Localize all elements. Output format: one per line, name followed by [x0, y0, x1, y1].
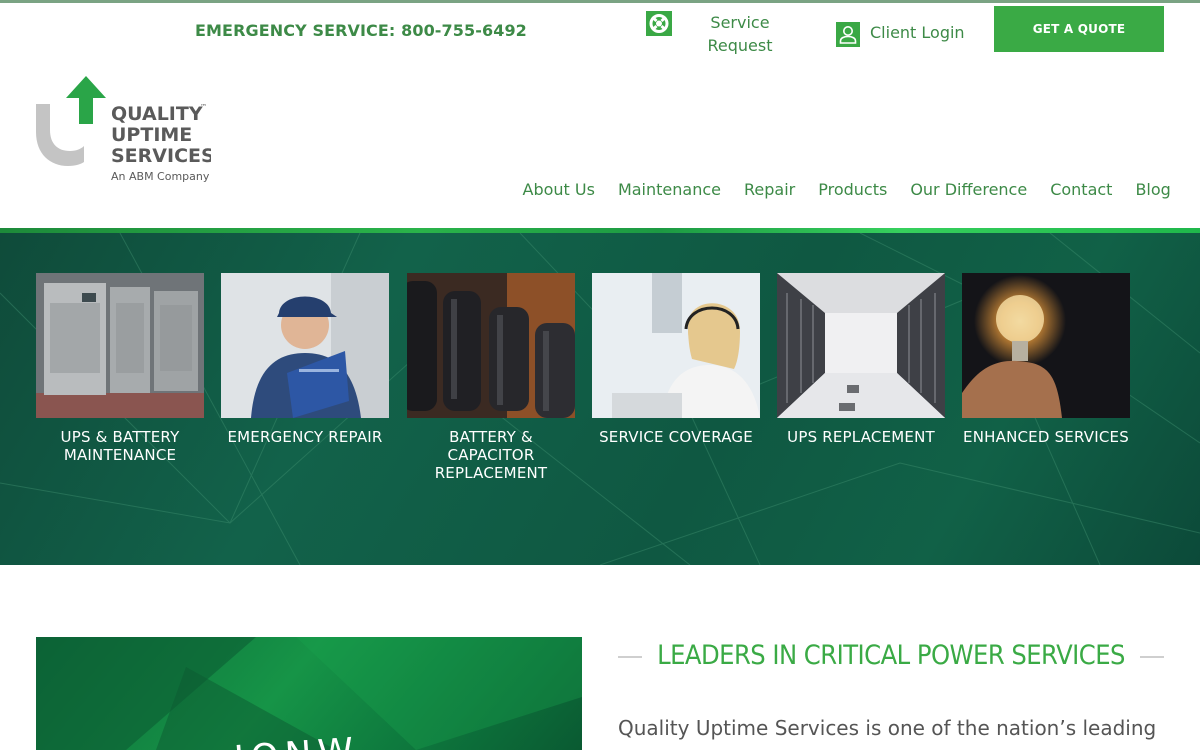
service-label: ENHANCED SERVICES — [963, 428, 1129, 446]
logo-trademark: ™ — [200, 103, 207, 111]
lightbulb-hand-image — [962, 273, 1130, 418]
service-label: UPS & BATTERY MAINTENANCE — [60, 428, 180, 464]
service-tile-ups-replacement[interactable]: UPS REPLACEMENT — [777, 273, 945, 446]
nav-repair[interactable]: Repair — [732, 180, 806, 199]
quality-uptime-logo[interactable]: QUALITY UPTIME SERVICES ™ An ABM Company — [36, 76, 215, 186]
nav-blog[interactable]: Blog — [1124, 180, 1182, 199]
server-room-image — [777, 273, 945, 418]
main-navigation: About Us Maintenance Repair Products Our… — [511, 180, 1182, 199]
service-label: BATTERY & CAPACITOR REPLACEMENT — [434, 428, 548, 482]
nav-products[interactable]: Products — [807, 180, 899, 199]
intro-paragraph: Quality Uptime Services is one of the na… — [618, 716, 1157, 740]
headset-operator-image — [592, 273, 760, 418]
nav-about-us[interactable]: About Us — [511, 180, 606, 199]
nationwide-promo-panel: IONW — [36, 637, 582, 750]
heading-rule-right — [1140, 656, 1164, 658]
top-bar: EMERGENCY SERVICE: 800-755-6492 Service … — [0, 0, 1200, 55]
service-tile-emergency-repair[interactable]: EMERGENCY REPAIR — [221, 273, 389, 446]
ups-cabinets-image — [36, 273, 204, 418]
nav-contact[interactable]: Contact — [1039, 180, 1124, 199]
capacitors-image — [407, 273, 575, 418]
client-login-label: Client Login — [870, 23, 965, 42]
services-banner: UPS & BATTERY MAINTENANCE EMERGENCY REPA… — [0, 233, 1200, 565]
service-request-link[interactable]: Service Request — [646, 11, 786, 55]
technician-clipboard-image — [221, 273, 389, 418]
logo-uptime-text: UPTIME — [111, 124, 192, 146]
logo-services-text: SERVICES — [111, 145, 211, 167]
service-label: UPS REPLACEMENT — [787, 428, 935, 446]
nav-maintenance[interactable]: Maintenance — [606, 180, 732, 199]
service-tile-enhanced-services[interactable]: ENHANCED SERVICES — [962, 273, 1130, 446]
site-header: QUALITY UPTIME SERVICES ™ An ABM Company… — [0, 54, 1200, 228]
user-icon — [836, 22, 860, 47]
service-request-label: Service Request — [707, 13, 773, 55]
emergency-phone-link[interactable]: EMERGENCY SERVICE: 800-755-6492 — [195, 21, 527, 40]
logo-tagline: An ABM Company — [111, 170, 210, 183]
lifebuoy-icon — [646, 11, 672, 36]
nav-our-difference[interactable]: Our Difference — [899, 180, 1039, 199]
service-tile-battery-capacitor-replacement[interactable]: BATTERY & CAPACITOR REPLACEMENT — [407, 273, 575, 482]
service-tile-ups-battery-maintenance[interactable]: UPS & BATTERY MAINTENANCE — [36, 273, 204, 464]
service-label: EMERGENCY REPAIR — [227, 428, 383, 446]
service-label: SERVICE COVERAGE — [599, 428, 753, 446]
logo-quality-text: QUALITY — [111, 103, 203, 125]
leaders-heading-block: LEADERS IN CRITICAL POWER SERVICES — [618, 640, 1164, 676]
service-tile-service-coverage[interactable]: SERVICE COVERAGE — [592, 273, 760, 446]
section-heading: LEADERS IN CRITICAL POWER SERVICES — [657, 640, 1125, 671]
get-a-quote-button[interactable]: GET A QUOTE — [994, 6, 1164, 52]
heading-rule-left — [618, 656, 642, 658]
